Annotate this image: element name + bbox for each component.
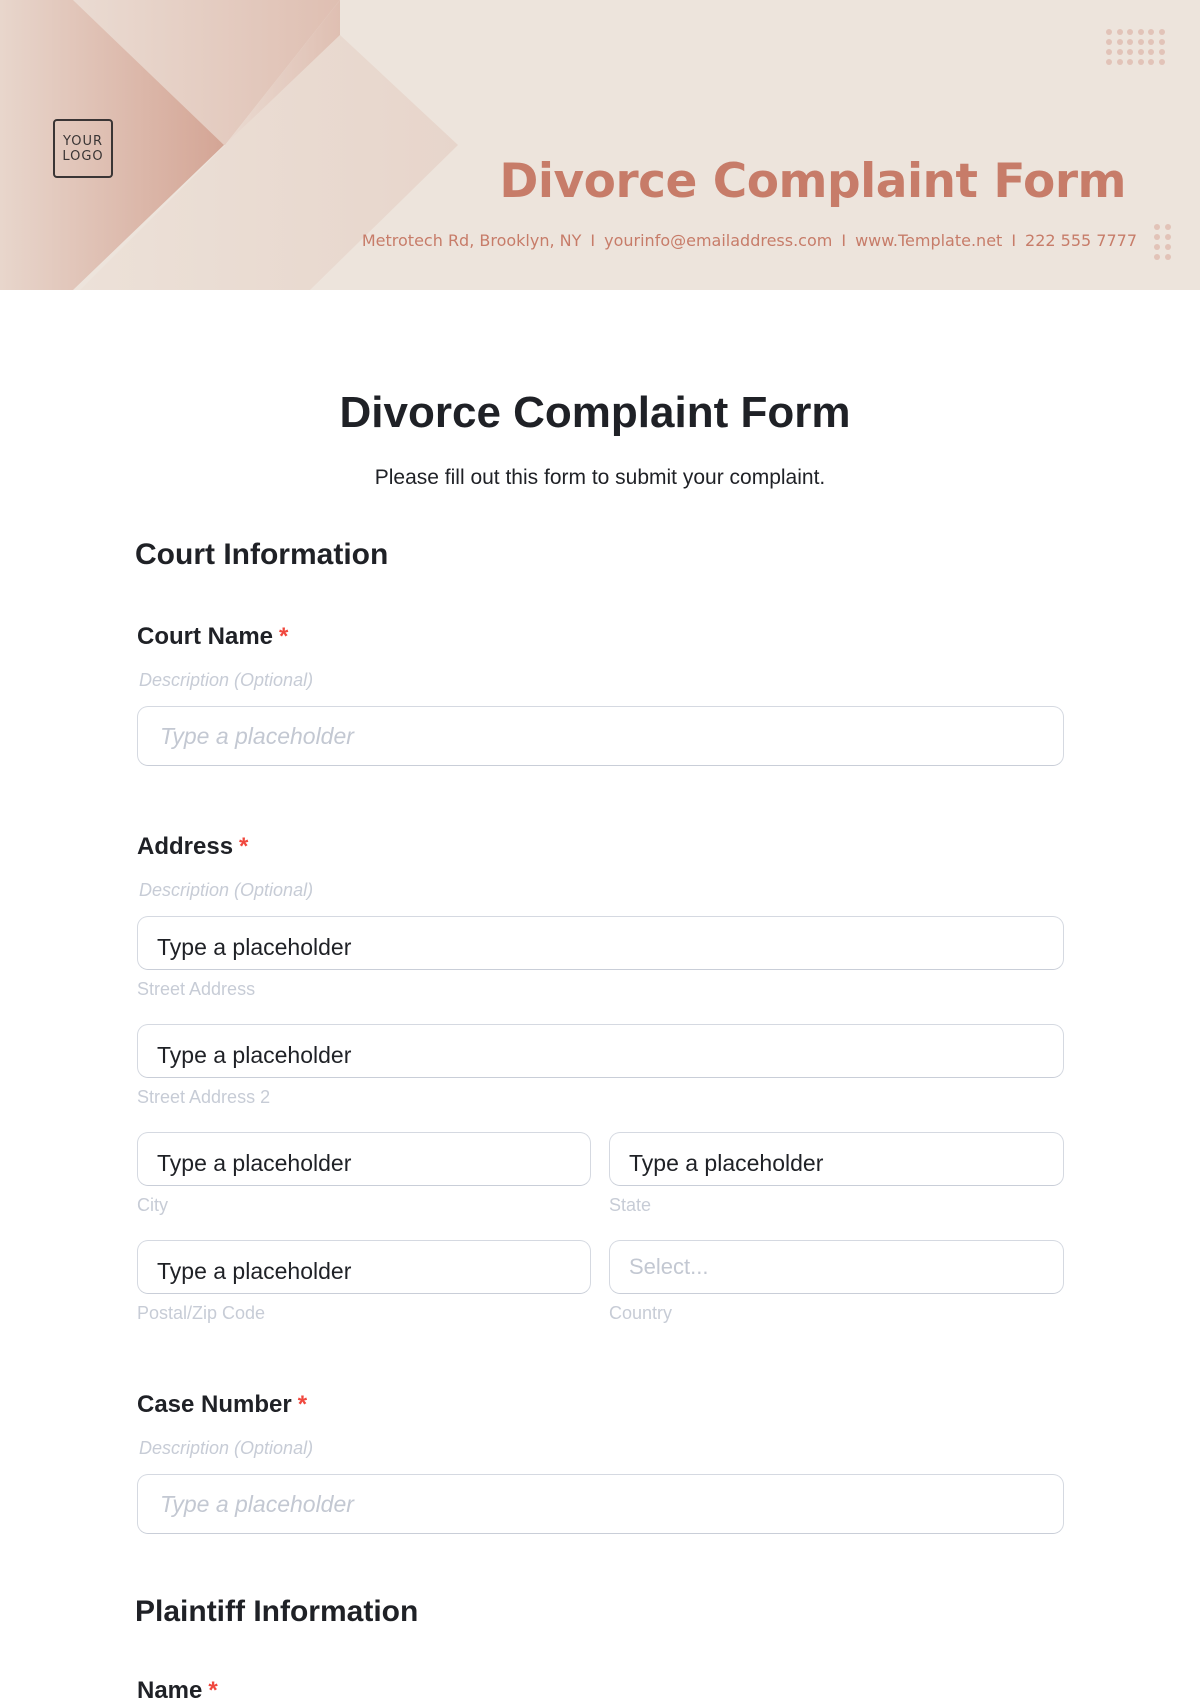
sublabel-city: City bbox=[137, 1195, 168, 1215]
sublabel-street-address: Street Address bbox=[137, 979, 256, 999]
input-placeholder: Type a placeholder bbox=[160, 722, 354, 749]
field-description: Description (Optional) bbox=[139, 670, 314, 690]
logo-placeholder: YOUR LOGO bbox=[53, 119, 113, 178]
court-name-input[interactable]: Type a placeholder bbox=[137, 706, 1064, 766]
postal-code-input[interactable]: Type a placeholder bbox=[137, 1240, 591, 1294]
dot-grid-decoration bbox=[1106, 29, 1165, 65]
city-input[interactable]: Type a placeholder bbox=[137, 1132, 591, 1186]
sublabel-postal-code: Postal/Zip Code bbox=[137, 1303, 266, 1323]
contact-address: Metrotech Rd, Brooklyn, NY bbox=[361, 231, 582, 250]
required-asterisk: * bbox=[279, 623, 289, 650]
separator: I bbox=[590, 231, 596, 250]
required-asterisk: * bbox=[297, 1391, 308, 1418]
required-asterisk: * bbox=[208, 1677, 218, 1701]
state-input[interactable]: Type a placeholder bbox=[609, 1132, 1064, 1186]
separator: I bbox=[841, 231, 847, 250]
input-value: Type a placeholder bbox=[157, 1150, 352, 1176]
street-address-input[interactable]: Type a placeholder bbox=[137, 916, 1064, 970]
sublabel-street-address-2: Street Address 2 bbox=[137, 1087, 271, 1107]
field-label-case-number: Case Number * bbox=[137, 1391, 307, 1419]
input-value: Type a placeholder bbox=[629, 1150, 824, 1176]
form-title: Divorce Complaint Form bbox=[339, 388, 851, 437]
form-subtitle: Please fill out this form to submit your… bbox=[374, 466, 826, 489]
country-select[interactable]: Select... bbox=[609, 1240, 1064, 1294]
case-number-input[interactable]: Type a placeholder bbox=[137, 1474, 1064, 1534]
sublabel-state: State bbox=[609, 1195, 652, 1215]
dot-column-decoration bbox=[1154, 224, 1171, 260]
input-value: Type a placeholder bbox=[157, 1258, 352, 1284]
select-placeholder: Select... bbox=[629, 1254, 709, 1279]
contact-line: Metrotech Rd, Brooklyn, NY Iyourinfo@emai… bbox=[362, 231, 1137, 250]
required-asterisk: * bbox=[239, 833, 249, 860]
field-description: Description (Optional) bbox=[139, 1438, 314, 1458]
label-text: Address bbox=[137, 833, 234, 860]
input-placeholder: Type a placeholder bbox=[160, 1490, 354, 1517]
banner-title: Divorce Complaint Form bbox=[499, 154, 1126, 209]
field-label-address: Address * bbox=[137, 833, 248, 861]
separator: I bbox=[1011, 231, 1017, 250]
label-text: Court Name bbox=[137, 623, 274, 650]
street-address-2-input[interactable]: Type a placeholder bbox=[137, 1024, 1064, 1078]
sublabel-country: Country bbox=[609, 1303, 673, 1323]
contact-phone: 222 555 7777 bbox=[1025, 231, 1137, 250]
label-text: Name bbox=[137, 1677, 203, 1701]
label-text: Case Number bbox=[137, 1391, 292, 1418]
field-label-name: Name * bbox=[137, 1677, 218, 1701]
header-banner: YOUR LOGO Divorce Complaint Form Metrote… bbox=[0, 0, 1200, 290]
logo-text-line2: LOGO bbox=[62, 148, 104, 164]
input-value: Type a placeholder bbox=[157, 1042, 352, 1068]
field-description: Description (Optional) bbox=[139, 880, 314, 900]
logo-text-line1: YOUR bbox=[62, 133, 103, 149]
field-label-court-name: Court Name * bbox=[137, 623, 288, 651]
contact-website: www.Template.net bbox=[855, 231, 1003, 250]
section-title-court-information: Court Information bbox=[135, 538, 389, 571]
input-value: Type a placeholder bbox=[157, 934, 352, 960]
contact-email: yourinfo@emailaddress.com bbox=[604, 231, 833, 250]
section-title-plaintiff-information: Plaintiff Information bbox=[135, 1595, 419, 1628]
